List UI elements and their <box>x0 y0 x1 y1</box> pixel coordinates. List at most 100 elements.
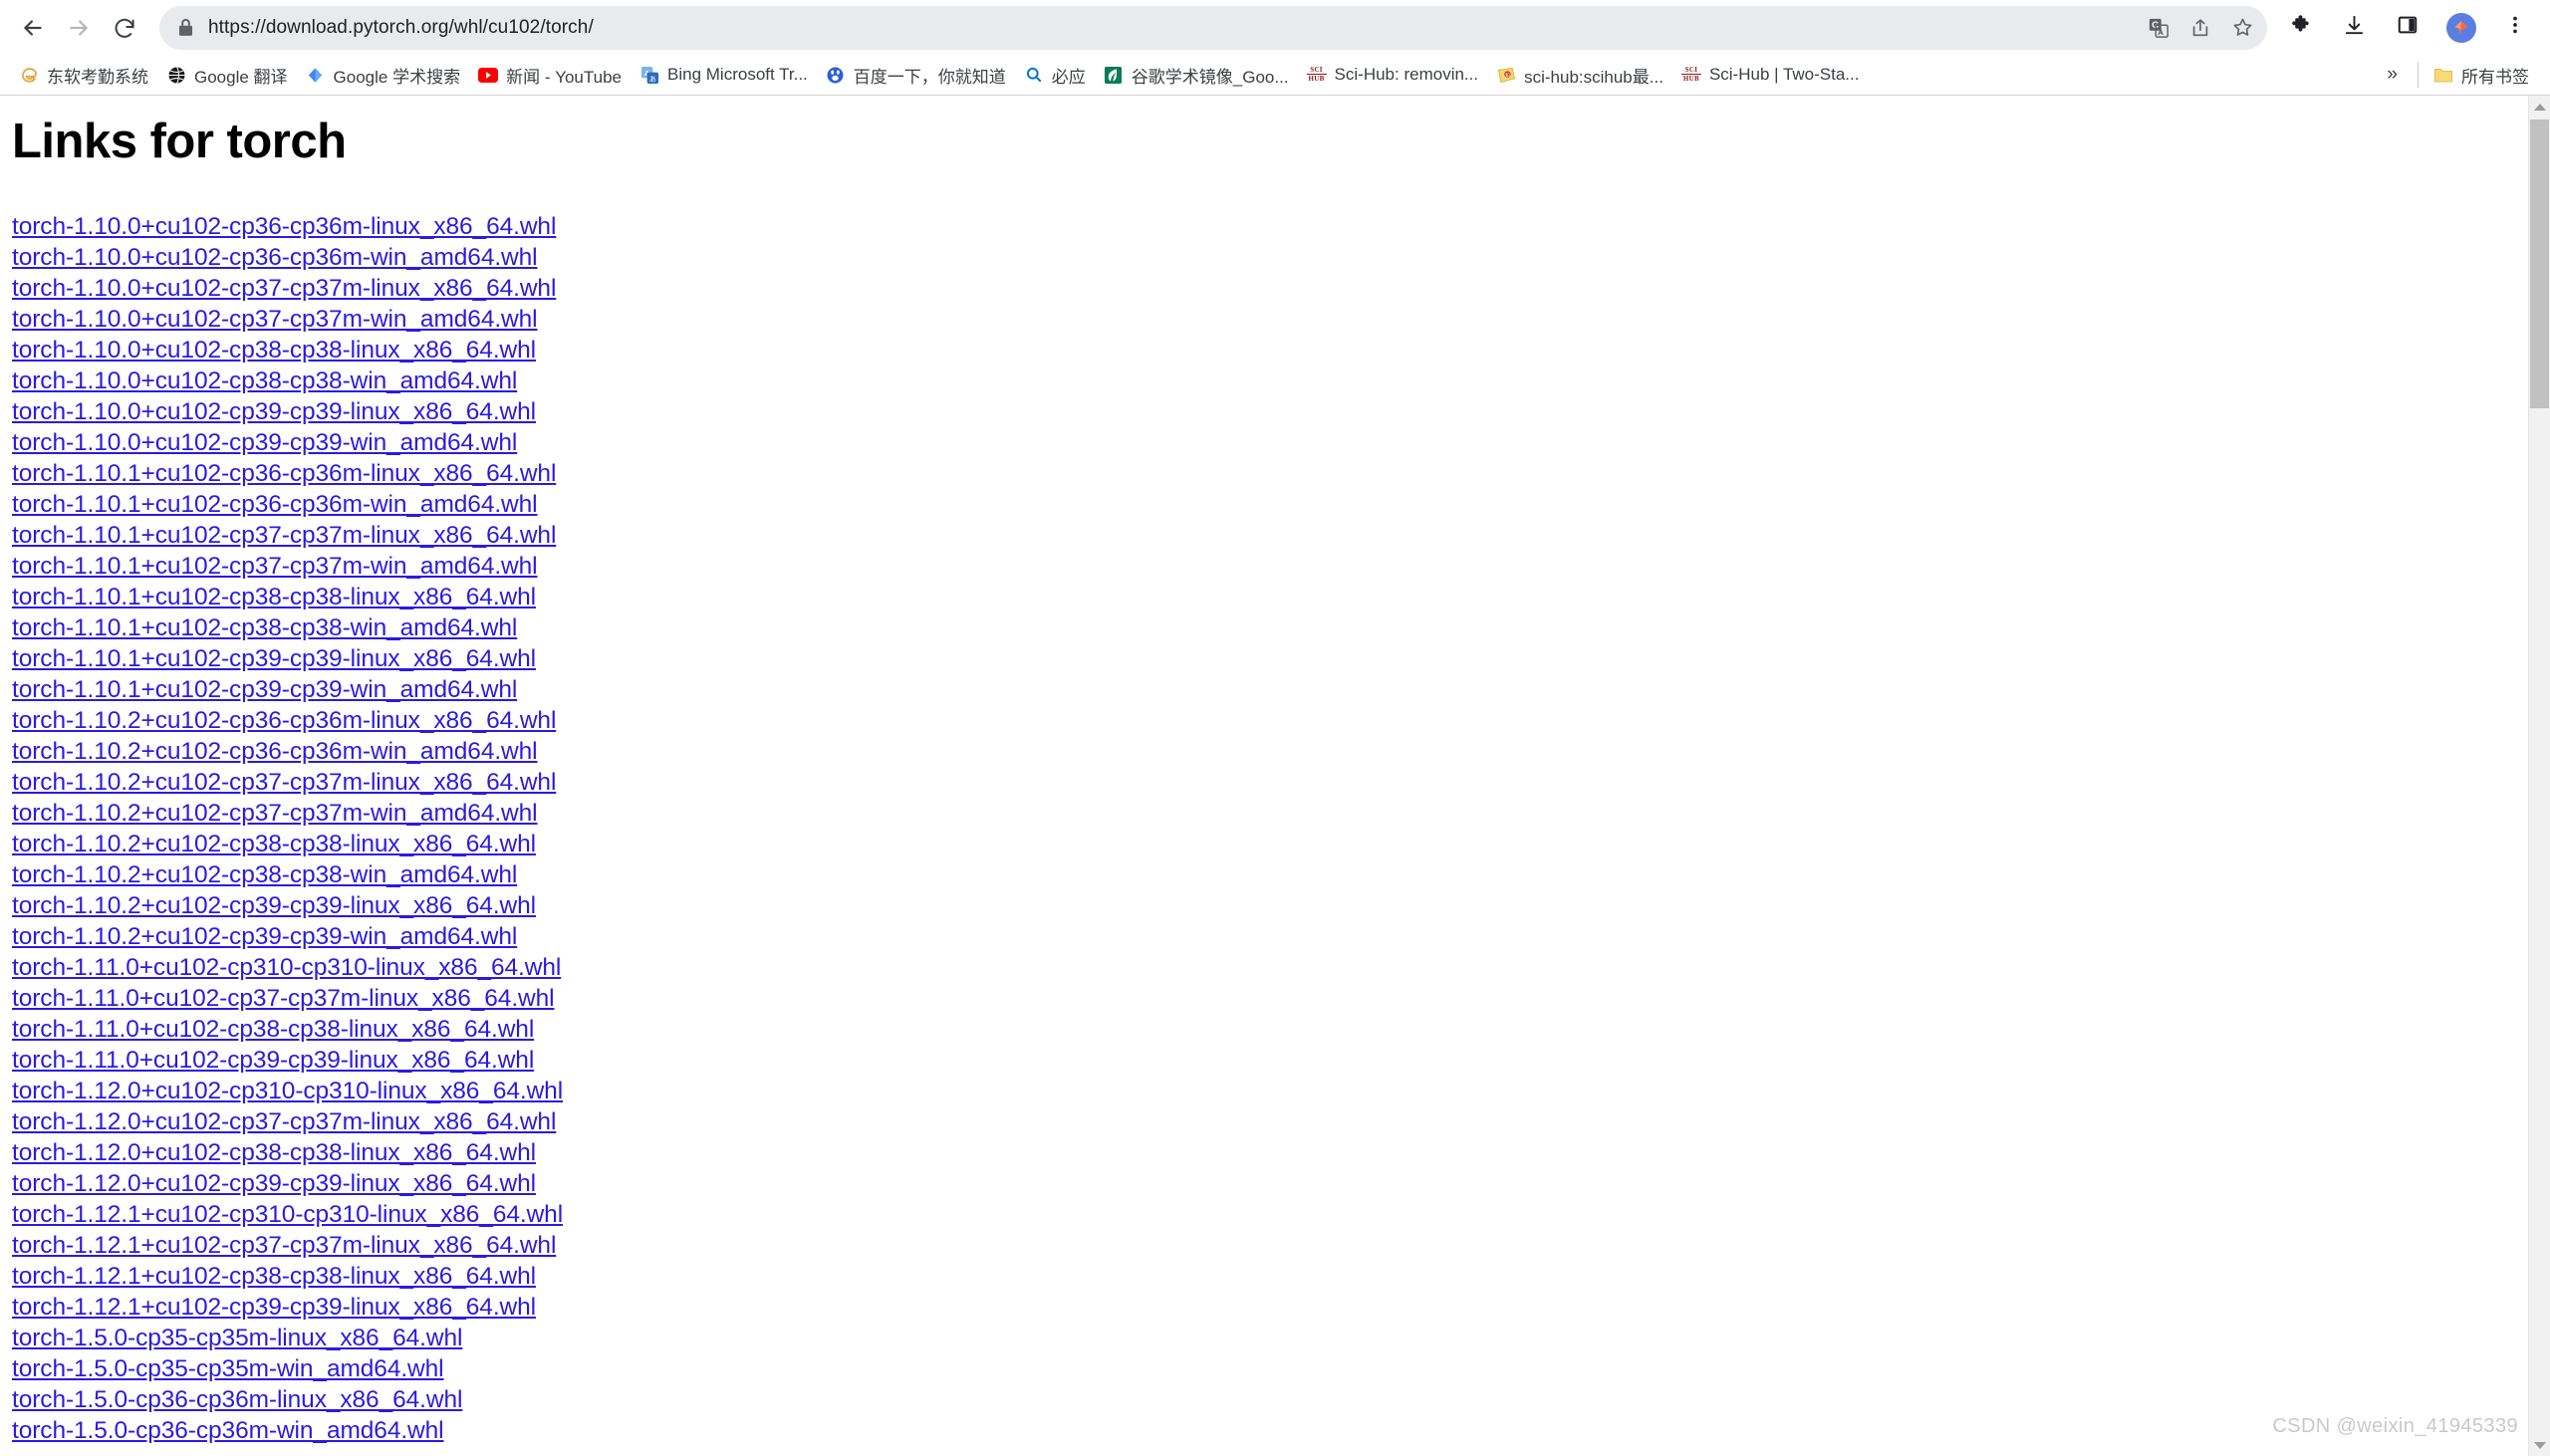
list-item: torch-1.10.1+cu102-cp39-cp39-win_amd64.w… <box>12 674 2535 705</box>
bookmark-item-2[interactable]: Google 学术搜索 <box>297 59 470 91</box>
bookmarks-overflow: » 所有书签 <box>2373 59 2542 91</box>
sci-hub-icon: SCI HUB <box>1306 66 1327 83</box>
wheel-download-link[interactable]: torch-1.10.0+cu102-cp36-cp36m-linux_x86_… <box>12 213 556 240</box>
list-item: torch-1.10.0+cu102-cp37-cp37m-win_amd64.… <box>12 304 2535 335</box>
wheel-download-link[interactable]: torch-1.12.0+cu102-cp39-cp39-linux_x86_6… <box>12 1170 536 1197</box>
wheel-download-link[interactable]: torch-1.12.1+cu102-cp38-cp38-linux_x86_6… <box>12 1263 536 1290</box>
list-item: torch-1.10.0+cu102-cp36-cp36m-linux_x86_… <box>12 211 2535 242</box>
reload-button[interactable] <box>102 5 147 51</box>
wheel-download-link[interactable]: torch-1.10.1+cu102-cp37-cp37m-linux_x86_… <box>12 522 556 549</box>
extensions-button[interactable] <box>2279 5 2321 51</box>
wheel-download-link[interactable]: torch-1.10.2+cu102-cp37-cp37m-win_amd64.… <box>12 800 538 827</box>
page-title: Links for torch <box>12 115 347 168</box>
sci-hub-icon: SCI HUB <box>1680 66 1701 83</box>
wheel-download-link[interactable]: torch-1.10.1+cu102-cp36-cp36m-win_amd64.… <box>12 491 538 518</box>
wheel-download-link[interactable]: torch-1.12.0+cu102-cp37-cp37m-linux_x86_… <box>12 1108 556 1135</box>
list-item: torch-1.10.2+cu102-cp39-cp39-win_amd64.w… <box>12 921 2535 952</box>
list-item: torch-1.5.0-cp36-cp36m-win_amd64.whl <box>12 1415 2535 1446</box>
bookmark-item-4[interactable]: A あ Bing Microsoft Tr... <box>631 59 817 91</box>
wheel-download-link[interactable]: torch-1.5.0-cp35-cp35m-linux_x86_64.whl <box>12 1325 462 1351</box>
bookmark-item-0[interactable]: 东软考勤系统 <box>10 59 157 91</box>
wheel-download-link[interactable]: torch-1.10.1+cu102-cp39-cp39-linux_x86_6… <box>12 645 536 672</box>
list-item: torch-1.12.0+cu102-cp38-cp38-linux_x86_6… <box>12 1137 2535 1168</box>
wheel-download-link[interactable]: torch-1.10.2+cu102-cp37-cp37m-linux_x86_… <box>12 769 556 796</box>
wheel-download-link[interactable]: torch-1.10.0+cu102-cp37-cp37m-linux_x86_… <box>12 275 556 302</box>
list-item: torch-1.10.1+cu102-cp36-cp36m-linux_x86_… <box>12 458 2535 489</box>
bookmark-item-10[interactable]: SCI HUB Sci-Hub | Two-Sta... <box>1672 59 1869 91</box>
scroll-down-button[interactable] <box>2529 1434 2550 1456</box>
bookmark-item-1[interactable]: Google 翻译 <box>157 59 297 91</box>
wheel-download-link[interactable]: torch-1.5.0-cp35-cp35m-win_amd64.whl <box>12 1355 444 1382</box>
wheel-download-link[interactable]: torch-1.10.0+cu102-cp36-cp36m-win_amd64.… <box>12 244 538 271</box>
list-item: torch-1.10.2+cu102-cp36-cp36m-win_amd64.… <box>12 736 2535 767</box>
side-panel-button[interactable] <box>2387 5 2428 51</box>
scrollbar-thumb[interactable] <box>2530 120 2549 408</box>
list-item: torch-1.5.0-cp35-cp35m-linux_x86_64.whl <box>12 1323 2535 1353</box>
bookmark-label: Bing Microsoft Tr... <box>667 65 808 84</box>
list-item: torch-1.5.0-cp36-cp36m-linux_x86_64.whl <box>12 1384 2535 1415</box>
downloads-button[interactable] <box>2333 5 2375 51</box>
profile-button[interactable] <box>2440 5 2482 51</box>
wheel-download-link[interactable]: torch-1.10.1+cu102-cp38-cp38-win_amd64.w… <box>12 614 517 641</box>
bookmark-item-7[interactable]: 谷歌学术镜像_Goo... <box>1095 59 1298 91</box>
translate-icon[interactable]: G <box>2140 9 2177 47</box>
wheel-download-link[interactable]: torch-1.10.1+cu102-cp38-cp38-linux_x86_6… <box>12 584 536 610</box>
wheel-download-link[interactable]: torch-1.10.0+cu102-cp38-cp38-win_amd64.w… <box>12 367 517 394</box>
bookmark-label: 谷歌学术镜像_Goo... <box>1131 67 1289 87</box>
list-item: torch-1.12.1+cu102-cp39-cp39-linux_x86_6… <box>12 1292 2535 1323</box>
wheel-download-link[interactable]: torch-1.10.2+cu102-cp36-cp36m-linux_x86_… <box>12 707 556 734</box>
bookmark-item-3[interactable]: 新闻 - YouTube <box>469 59 631 91</box>
bookmark-item-8[interactable]: SCI HUB Sci-Hub: removin... <box>1298 59 1488 91</box>
vertical-scrollbar[interactable] <box>2528 96 2550 1456</box>
wheel-download-link[interactable]: torch-1.10.2+cu102-cp36-cp36m-win_amd64.… <box>12 738 538 765</box>
chrome-menu-button[interactable] <box>2494 5 2536 51</box>
wheel-download-link[interactable]: torch-1.11.0+cu102-cp39-cp39-linux_x86_6… <box>12 1047 534 1074</box>
wheel-download-link[interactable]: torch-1.10.2+cu102-cp38-cp38-win_amd64.w… <box>12 861 517 888</box>
wheel-download-link[interactable]: torch-1.5.0-cp36-cp36m-win_amd64.whl <box>12 1417 444 1444</box>
wheel-download-link[interactable]: torch-1.5.0-cp36-cp36m-linux_x86_64.whl <box>12 1386 462 1413</box>
forward-button[interactable] <box>56 5 102 51</box>
wheel-download-link[interactable]: torch-1.10.1+cu102-cp39-cp39-win_amd64.w… <box>12 676 517 703</box>
list-item: torch-1.10.0+cu102-cp37-cp37m-linux_x86_… <box>12 273 2535 304</box>
list-item: torch-1.10.0+cu102-cp36-cp36m-win_amd64.… <box>12 242 2535 273</box>
wheel-download-link[interactable]: torch-1.10.2+cu102-cp39-cp39-win_amd64.w… <box>12 923 517 950</box>
side-panel-icon <box>2397 14 2419 41</box>
bookmark-star-icon[interactable] <box>2223 9 2261 47</box>
list-item: torch-1.12.1+cu102-cp38-cp38-linux_x86_6… <box>12 1261 2535 1292</box>
folder-icon <box>2433 65 2453 85</box>
bookmark-item-9[interactable]: 知 sci-hub:scihub最... <box>1487 59 1672 91</box>
wheel-download-link[interactable]: torch-1.10.1+cu102-cp36-cp36m-linux_x86_… <box>12 460 556 487</box>
wheel-download-link[interactable]: torch-1.12.1+cu102-cp37-cp37m-linux_x86_… <box>12 1232 556 1259</box>
bookmarks-overflow-button[interactable]: » <box>2373 64 2412 86</box>
wheel-download-link[interactable]: torch-1.10.0+cu102-cp37-cp37m-win_amd64.… <box>12 306 538 333</box>
wheel-download-link[interactable]: torch-1.10.0+cu102-cp38-cp38-linux_x86_6… <box>12 337 536 364</box>
wheel-download-link[interactable]: torch-1.12.1+cu102-cp310-cp310-linux_x86… <box>12 1201 563 1228</box>
wheel-download-link[interactable]: torch-1.10.2+cu102-cp39-cp39-linux_x86_6… <box>12 892 536 919</box>
wheel-download-link[interactable]: torch-1.11.0+cu102-cp310-cp310-linux_x86… <box>12 954 561 981</box>
scroll-up-button[interactable] <box>2529 96 2550 118</box>
downloads-icon <box>2343 14 2366 42</box>
address-bar[interactable]: https://download.pytorch.org/whl/cu102/t… <box>159 5 2267 50</box>
url-text[interactable]: https://download.pytorch.org/whl/cu102/t… <box>208 17 2136 39</box>
back-arrow-icon <box>20 15 46 41</box>
wheel-download-link[interactable]: torch-1.10.0+cu102-cp39-cp39-linux_x86_6… <box>12 398 536 425</box>
wheel-download-link[interactable]: torch-1.10.0+cu102-cp39-cp39-win_amd64.w… <box>12 429 517 456</box>
wheel-download-link[interactable]: torch-1.11.0+cu102-cp38-cp38-linux_x86_6… <box>12 1016 534 1043</box>
wheel-download-link[interactable]: torch-1.10.2+cu102-cp38-cp38-linux_x86_6… <box>12 831 536 857</box>
lock-icon[interactable] <box>177 18 194 37</box>
bookmark-item-6[interactable]: 必应 <box>1015 59 1095 91</box>
all-bookmarks-label: 所有书签 <box>2461 67 2529 87</box>
back-button[interactable] <box>10 5 56 51</box>
wheel-download-link[interactable]: torch-1.11.0+cu102-cp37-cp37m-linux_x86_… <box>12 985 555 1012</box>
list-item: torch-1.12.0+cu102-cp310-cp310-linux_x86… <box>12 1076 2535 1106</box>
wheel-download-link[interactable]: torch-1.10.1+cu102-cp37-cp37m-win_amd64.… <box>12 553 538 580</box>
wheel-download-link[interactable]: torch-1.12.0+cu102-cp310-cp310-linux_x86… <box>12 1078 563 1104</box>
wheel-download-link[interactable]: torch-1.12.0+cu102-cp38-cp38-linux_x86_6… <box>12 1139 536 1166</box>
all-bookmarks-button[interactable]: 所有书签 <box>2424 59 2538 91</box>
wheel-download-link[interactable]: torch-1.12.1+cu102-cp39-cp39-linux_x86_6… <box>12 1294 536 1321</box>
scroll-up-arrow-icon <box>2533 103 2546 111</box>
share-icon[interactable] <box>2181 9 2219 47</box>
bookmark-item-5[interactable]: 百度一下，你就知道 <box>817 59 1015 91</box>
list-item: torch-1.12.1+cu102-cp310-cp310-linux_x86… <box>12 1199 2535 1230</box>
csdn-watermark: CSDN @weixin_41945339 <box>2272 1415 2518 1437</box>
